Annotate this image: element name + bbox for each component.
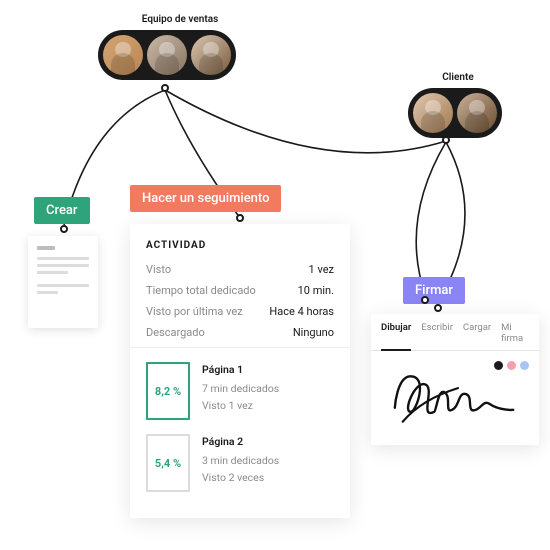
- connector-node: [161, 84, 169, 92]
- sales-avatar-group: [98, 30, 236, 80]
- activity-card: ACTIVIDAD Visto 1 vez Tiempo total dedic…: [130, 224, 350, 518]
- page-title: Página 2: [202, 434, 279, 451]
- client-group-label: Cliente: [428, 72, 488, 83]
- color-blue[interactable]: [520, 361, 529, 370]
- sign-tag: Firmar: [403, 277, 465, 304]
- create-tag: Crear: [34, 197, 90, 224]
- page-thumb: 8,2 %: [146, 362, 190, 420]
- activity-row-time: Tiempo total dedicado 10 min.: [146, 284, 334, 297]
- avatar: [147, 35, 187, 75]
- connector-node: [434, 304, 442, 312]
- divider: [130, 347, 350, 348]
- color-black[interactable]: [494, 361, 503, 370]
- activity-value: Hace 4 horas: [269, 305, 334, 318]
- activity-row-downloaded: Descargado Ninguno: [146, 326, 334, 339]
- activity-value: 10 min.: [298, 284, 334, 297]
- activity-heading: ACTIVIDAD: [146, 240, 334, 251]
- connector-node: [421, 296, 429, 304]
- page-time-spent: 3 min dedicados: [202, 453, 279, 470]
- activity-label: Visto por última vez: [146, 305, 243, 318]
- avatar: [191, 35, 231, 75]
- page-row-2: 5,4 % Página 2 3 min dedicados Visto 2 v…: [146, 434, 334, 492]
- signature-drawing: [381, 359, 529, 435]
- tab-type[interactable]: Escribir: [421, 322, 453, 344]
- tab-my-signature[interactable]: Mi firma: [501, 322, 529, 344]
- page-thumb: 5,4 %: [146, 434, 190, 492]
- page-views: Visto 2 veces: [202, 470, 279, 487]
- tab-upload[interactable]: Cargar: [463, 322, 491, 344]
- sales-group-label: Equipo de ventas: [130, 14, 230, 25]
- activity-value: Ninguno: [293, 326, 334, 339]
- signature-tabs: Dibujar Escribir Cargar Mi firma: [371, 322, 539, 351]
- activity-row-last: Visto por última vez Hace 4 horas: [146, 305, 334, 318]
- avatar: [103, 35, 143, 75]
- connector-node: [60, 225, 68, 233]
- signature-card: Dibujar Escribir Cargar Mi firma: [371, 314, 539, 445]
- document-card: [28, 236, 98, 328]
- page-row-1: 8,2 % Página 1 7 min dedicados Visto 1 v…: [146, 362, 334, 420]
- activity-label: Descargado: [146, 326, 205, 339]
- avatar: [413, 93, 453, 133]
- activity-label: Tiempo total dedicado: [146, 284, 256, 297]
- page-views: Visto 1 vez: [202, 398, 279, 415]
- signature-draw-area[interactable]: [381, 359, 529, 435]
- page-title: Página 1: [202, 362, 279, 379]
- client-avatar-group: [408, 88, 502, 138]
- color-picker[interactable]: [494, 361, 529, 370]
- activity-value: 1 vez: [309, 263, 334, 276]
- connector-node: [236, 214, 244, 222]
- activity-row-viewed: Visto 1 vez: [146, 263, 334, 276]
- tab-draw[interactable]: Dibujar: [381, 322, 411, 351]
- follow-tag: Hacer un seguimiento: [130, 185, 281, 212]
- activity-label: Visto: [146, 263, 171, 276]
- avatar: [457, 93, 497, 133]
- page-time-spent: 7 min dedicados: [202, 381, 279, 398]
- color-pink[interactable]: [507, 361, 516, 370]
- connector-node: [442, 136, 450, 144]
